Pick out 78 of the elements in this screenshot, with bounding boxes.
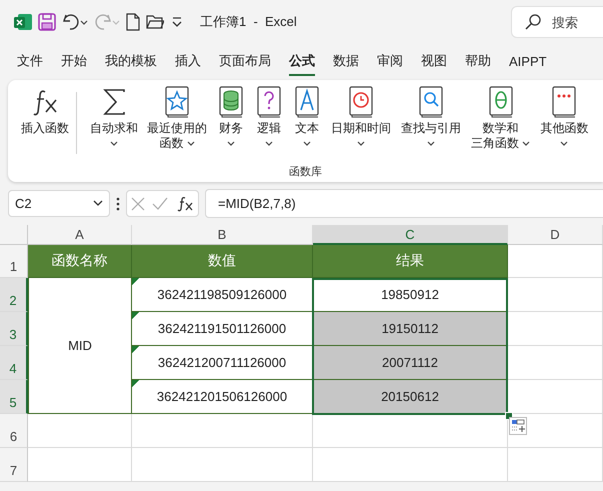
ribbon-tab[interactable]: AIPPT (500, 48, 556, 74)
ribbon-button[interactable]: 逻辑 (252, 86, 286, 151)
cancel-icon[interactable] (130, 196, 145, 210)
table-cell: MID (28, 278, 132, 414)
dots-book-icon (550, 86, 578, 118)
theta-book-icon (486, 86, 515, 118)
ribbon-button[interactable]: 自动求和 (87, 86, 141, 151)
column-header[interactable]: A (28, 225, 132, 245)
select-all-corner[interactable] (0, 225, 28, 245)
letter-book-icon (293, 86, 321, 118)
table-cell: 19150112 (313, 312, 508, 346)
more-options-icon[interactable] (116, 196, 120, 210)
name-box[interactable]: C2 (8, 190, 110, 217)
ribbon-tab[interactable]: 我的模板 (96, 46, 166, 76)
save-icon[interactable] (38, 13, 56, 31)
empty-cell[interactable] (508, 448, 603, 482)
ribbon-button[interactable]: 插入函数 (18, 86, 72, 136)
sigma-icon (100, 86, 128, 118)
table-cell: 362421200711126000 (132, 346, 313, 380)
ribbon-tab[interactable]: 数据 (324, 46, 368, 76)
table-cell: 362421198509126000 (132, 278, 313, 312)
column-header[interactable]: B (132, 225, 313, 245)
ribbon-button[interactable]: 数学和 三角函数 (468, 86, 534, 151)
customize-caret-icon[interactable] (170, 16, 184, 28)
undo-icon[interactable] (62, 13, 88, 31)
question-book-icon (255, 86, 283, 118)
column-header[interactable]: C (313, 225, 508, 245)
row-header[interactable]: 5 (0, 380, 28, 414)
new-file-icon[interactable] (126, 13, 140, 31)
ribbon-tab[interactable]: 开始 (52, 46, 96, 76)
paste-options-icon[interactable] (509, 417, 527, 435)
ribbon-button[interactable]: 其他函数 (537, 86, 592, 151)
ribbon-tab[interactable]: 审阅 (368, 46, 412, 76)
magnifier-book-icon (417, 86, 445, 118)
clock-book-icon (347, 86, 375, 118)
column-header[interactable]: D (508, 225, 603, 245)
empty-cell[interactable] (132, 448, 313, 482)
row-header[interactable]: 7 (0, 448, 28, 482)
cell-reference: C2 (15, 196, 32, 211)
row-header[interactable]: 4 (0, 346, 28, 380)
table-cell: 20071112 (313, 346, 508, 380)
check-icon[interactable] (152, 196, 168, 210)
folder-icon[interactable] (146, 14, 164, 30)
star-book-icon (163, 86, 191, 118)
table-cell: 362421191501126000 (132, 312, 313, 346)
ribbon-tab[interactable]: 公式 (280, 46, 324, 76)
table-header-cell: 数值 (132, 245, 313, 278)
table-header-cell: 函数名称 (28, 245, 132, 278)
database-book-icon (217, 86, 245, 118)
ribbon-tab[interactable]: 视图 (412, 46, 456, 76)
table-cell: 362421201506126000 (132, 380, 313, 414)
search-icon (525, 14, 541, 30)
ribbon-tab[interactable]: 页面布局 (210, 46, 280, 76)
row-header[interactable]: 1 (0, 245, 28, 278)
group-label: 函数库 (288, 164, 323, 179)
caret-icon[interactable] (93, 200, 103, 207)
empty-cell[interactable] (508, 278, 603, 312)
empty-cell[interactable] (313, 448, 508, 482)
row-header[interactable]: 2 (0, 278, 28, 312)
ribbon-tab[interactable]: 文件 (8, 46, 52, 76)
ribbon-tab[interactable]: 插入 (166, 46, 210, 76)
ribbon-button[interactable]: 日期和时间 (328, 86, 394, 151)
ribbon-button[interactable]: 文本 (290, 86, 324, 151)
ribbon-button[interactable]: 查找与引用 (398, 86, 464, 151)
row-header[interactable]: 6 (0, 414, 28, 448)
redo-icon[interactable] (94, 13, 120, 31)
empty-cell[interactable] (132, 414, 313, 448)
ribbon-tab[interactable]: 帮助 (456, 46, 500, 76)
ribbon-button[interactable]: 最近使用的 函数 (144, 86, 210, 151)
table-cell: 20150612 (313, 380, 508, 414)
formula-field[interactable]: =MID(B2,7,8) (205, 189, 603, 218)
ribbon-button[interactable]: 财务 (214, 86, 248, 151)
table-header-cell: 结果 (313, 245, 508, 278)
fx-icon[interactable] (176, 196, 194, 212)
window-title: 工作簿1 - Excel (200, 13, 297, 31)
search-field[interactable]: 搜索 (511, 6, 603, 38)
row-header[interactable]: 3 (0, 312, 28, 346)
excel-logo-icon (14, 13, 32, 31)
